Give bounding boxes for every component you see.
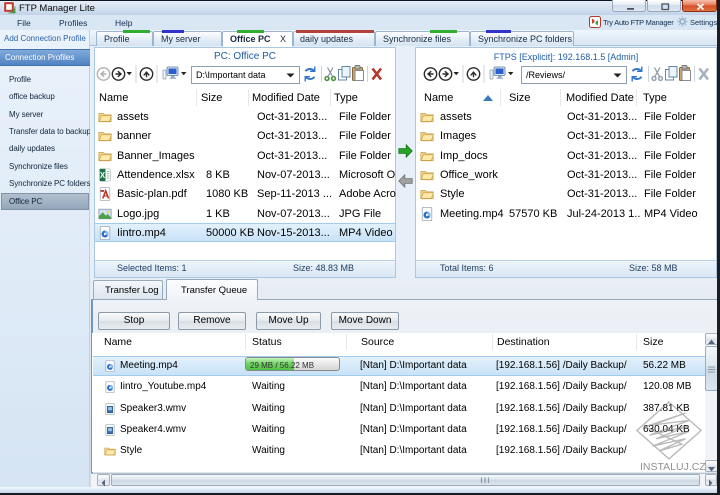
svg-text:X: X bbox=[100, 171, 106, 180]
